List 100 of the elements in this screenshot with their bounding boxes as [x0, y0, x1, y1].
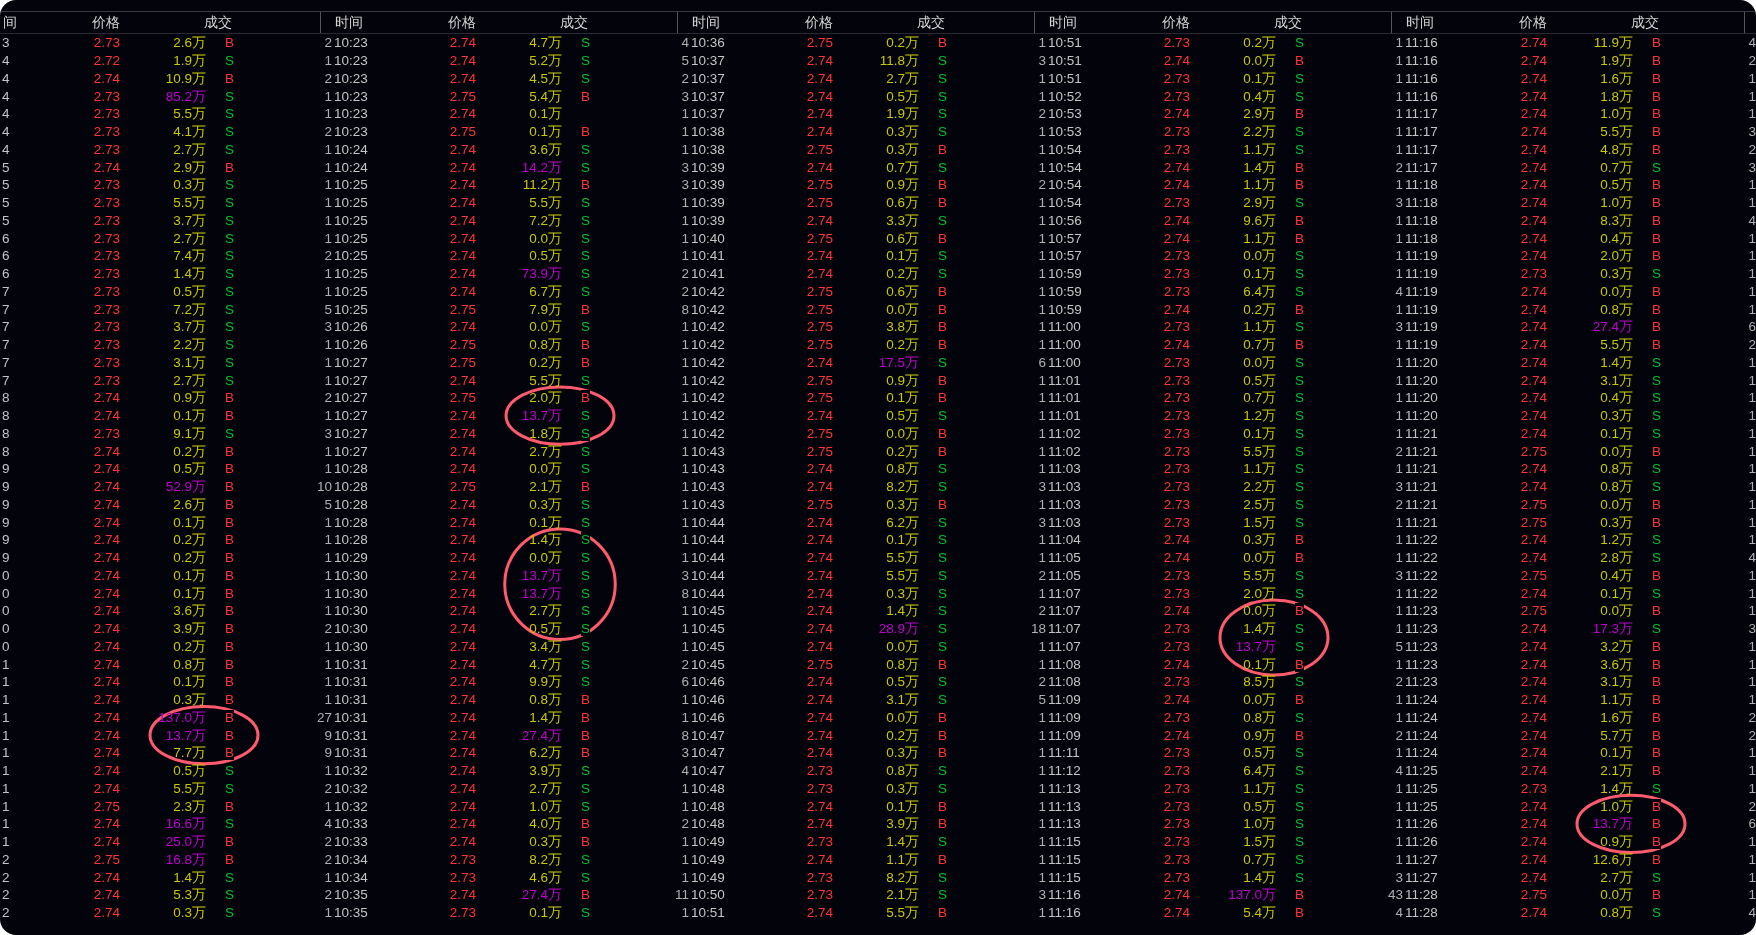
- volume-cell: 6.4万: [1243, 283, 1276, 299]
- count-cell: 3: [324, 425, 332, 441]
- volume-cell: 2.7万: [173, 230, 206, 246]
- price-cell: 2.73: [1163, 798, 1190, 814]
- price-cell: 2.74: [449, 603, 476, 619]
- price-cell: 2.73: [93, 124, 120, 140]
- count-cell: 1: [324, 337, 332, 353]
- count-cell: 1: [681, 106, 689, 122]
- time-cell: 11:13: [1048, 780, 1081, 796]
- count-cell: 1: [1038, 195, 1046, 211]
- volume-cell: 0.0万: [1600, 283, 1633, 299]
- price-cell: 2.73: [1163, 834, 1190, 850]
- count-cell: 1: [1395, 301, 1403, 317]
- time-cell: 8: [2, 443, 10, 459]
- count-cell: 2: [1748, 337, 1756, 353]
- price-cell: 2.74: [1520, 709, 1547, 725]
- time-cell: 10:40: [691, 230, 725, 246]
- time-cell: 10:44: [691, 532, 725, 548]
- time-cell: 10:42: [691, 337, 725, 353]
- count-cell: 1: [1038, 425, 1046, 441]
- volume-cell: 0.3万: [1600, 266, 1633, 282]
- volume-cell: 5.7万: [1600, 727, 1633, 743]
- time-cell: 10:42: [691, 408, 725, 424]
- count-cell: 3: [681, 745, 689, 761]
- count-cell: 1: [1038, 496, 1046, 512]
- time-cell: 4: [2, 70, 10, 86]
- volume-cell: 0.2万: [173, 443, 206, 459]
- count-cell: 1: [1748, 390, 1756, 406]
- price-cell: 2.74: [93, 443, 120, 459]
- time-cell: 10:48: [691, 816, 725, 832]
- price-cell: 2.74: [1520, 212, 1547, 228]
- volume-cell: 1.4万: [1243, 621, 1276, 637]
- volume-cell: 0.3万: [886, 496, 919, 512]
- volume-cell: 8.3万: [1600, 212, 1633, 228]
- time-cell: 10:34: [334, 851, 368, 867]
- price-cell: 2.74: [1520, 905, 1547, 921]
- count-cell: 1: [1748, 88, 1756, 104]
- volume-cell: 5.5万: [1243, 567, 1276, 583]
- count-cell: 1: [1038, 763, 1046, 779]
- count-cell: 1: [1038, 337, 1046, 353]
- volume-cell: 9.1万: [173, 425, 206, 441]
- price-cell: 2.74: [449, 798, 476, 814]
- time-cell: 10:24: [334, 141, 368, 157]
- price-cell: 2.73: [93, 319, 120, 335]
- time-cell: 11:16: [1405, 70, 1438, 86]
- price-cell: 2.74: [1520, 816, 1547, 832]
- count-cell: 1: [1395, 851, 1403, 867]
- count-cell: 1: [1748, 674, 1756, 690]
- count-cell: 1: [1038, 834, 1046, 850]
- price-cell: 2.74: [1520, 550, 1547, 566]
- price-cell: 2.74: [1163, 603, 1190, 619]
- time-cell: 10:38: [691, 124, 725, 140]
- time-cell: 11:09: [1048, 692, 1081, 708]
- time-cell: 10:54: [1048, 141, 1082, 157]
- price-cell: 2.74: [449, 53, 476, 69]
- time-cell: 10:32: [334, 798, 368, 814]
- time-cell: 8: [2, 408, 10, 424]
- volume-cell: 1.6万: [1600, 70, 1633, 86]
- volume-cell: 2.2万: [1243, 124, 1276, 140]
- price-cell: 2.73: [806, 869, 833, 885]
- price-cell: 2.74: [1163, 727, 1190, 743]
- price-cell: 2.74: [93, 514, 120, 530]
- count-cell: 1: [1395, 621, 1403, 637]
- price-cell: 2.73: [1163, 195, 1190, 211]
- count-cell: 1: [1038, 905, 1046, 921]
- volume-cell: 5.2万: [529, 53, 562, 69]
- time-cell: 10:36: [691, 35, 725, 51]
- time-cell: 1: [2, 674, 10, 690]
- count-cell: 1: [1038, 141, 1046, 157]
- time-cell: 1: [2, 727, 10, 743]
- time-cell: 7: [2, 283, 10, 299]
- time-cell: 1: [2, 816, 10, 832]
- volume-cell: 5.5万: [886, 905, 919, 921]
- trade-side: B: [225, 709, 234, 725]
- time-cell: 10:45: [691, 621, 725, 637]
- time-cell: 3: [2, 35, 10, 51]
- count-cell: 1: [324, 195, 332, 211]
- volume-cell: 8.5万: [1243, 674, 1276, 690]
- count-cell: 1: [681, 851, 689, 867]
- time-cell: 11:00: [1048, 337, 1081, 353]
- time-cell: 10:48: [691, 780, 725, 796]
- count-cell: 3: [681, 177, 689, 193]
- count-cell: 1: [681, 603, 689, 619]
- time-cell: 5: [2, 212, 10, 228]
- volume-cell: 13.7万: [1592, 816, 1633, 832]
- time-cell: 10:47: [691, 727, 725, 743]
- count-cell: 2: [324, 887, 332, 903]
- volume-cell: 0.2万: [886, 727, 919, 743]
- time-cell: 10:39: [691, 159, 725, 175]
- time-cell: 7: [2, 337, 10, 353]
- column-header: 间: [2, 13, 16, 32]
- price-cell: 2.74: [93, 638, 120, 654]
- time-cell: 1: [2, 709, 10, 725]
- price-cell: 2.73: [806, 834, 833, 850]
- count-cell: 1: [1038, 727, 1046, 743]
- price-cell: 2.73: [1163, 248, 1190, 264]
- price-cell: 2.74: [1520, 354, 1547, 370]
- time-cell: 10:44: [691, 514, 725, 530]
- count-cell: 1: [681, 905, 689, 921]
- count-cell: 3: [1038, 53, 1046, 69]
